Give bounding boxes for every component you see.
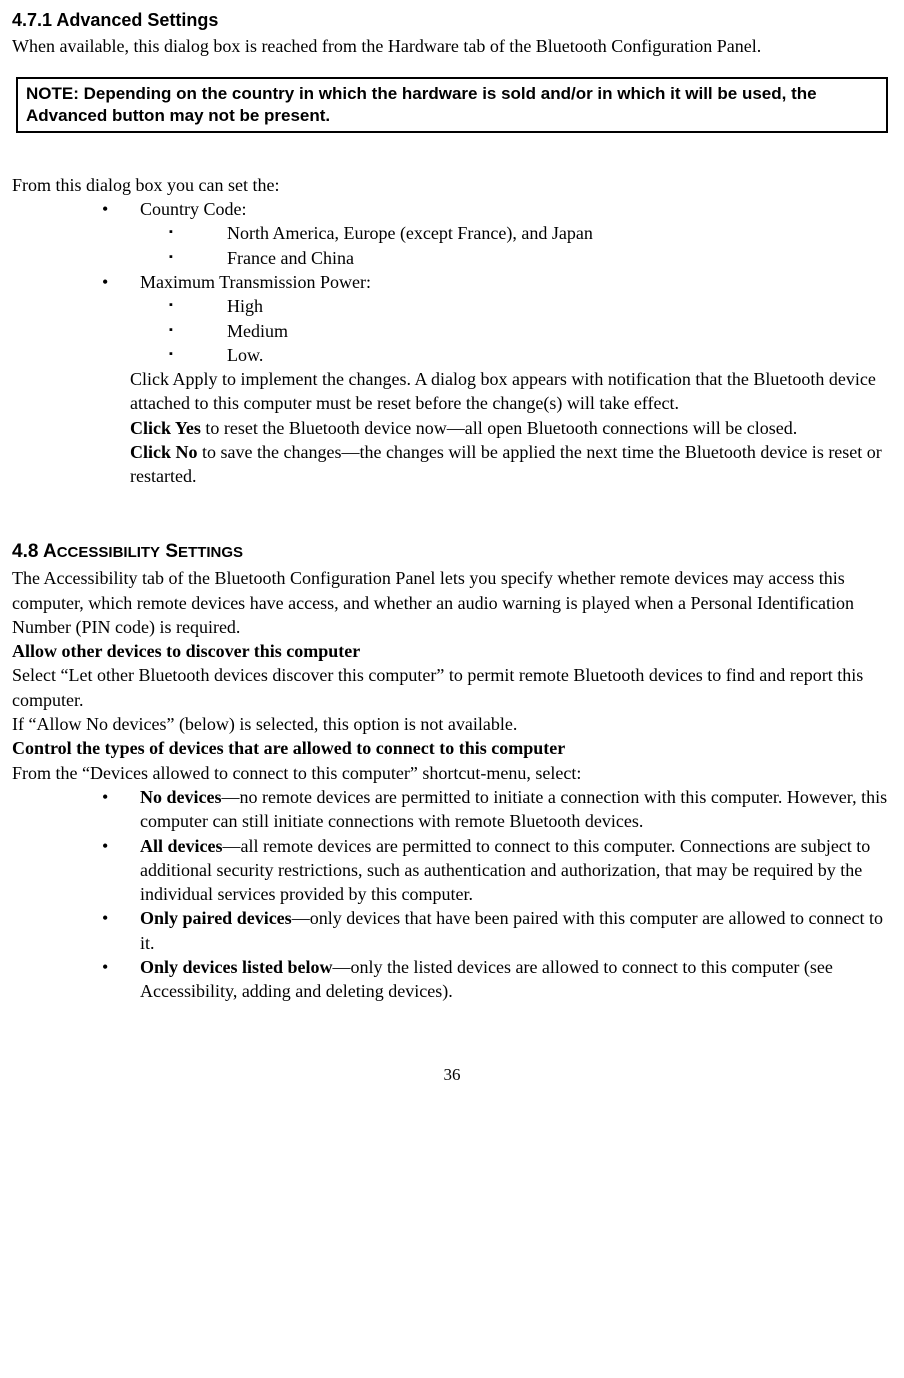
only-paired-bold: Only paired devices: [140, 908, 292, 928]
heading-48-prefix: 4.8 A: [12, 541, 57, 562]
subhead-control: Control the types of devices that are al…: [12, 736, 892, 760]
bullet-only-listed: Only devices listed below—only the liste…: [82, 955, 892, 1004]
heading-48: 4.8 ACCESSIBILITY SETTINGS: [12, 539, 892, 565]
subhead-allow: Allow other devices to discover this com…: [12, 639, 892, 663]
bullet-all-devices: All devices—all remote devices are permi…: [82, 834, 892, 907]
square-list-1: North America, Europe (except France), a…: [157, 221, 892, 270]
all-devices-bold: All devices: [140, 836, 223, 856]
bullet-max-power: Maximum Transmission Power:: [82, 270, 892, 294]
bullet-country-code: Country Code:: [82, 197, 892, 221]
heading-48-space: S: [160, 541, 178, 562]
only-listed-bold: Only devices listed below: [140, 957, 333, 977]
click-yes-paragraph: Click Yes to reset the Bluetooth device …: [130, 416, 892, 440]
click-no-rest: to save the changes—the changes will be …: [130, 442, 882, 486]
square-high: High: [157, 294, 892, 318]
bullet-list-devices: No devices—no remote devices are permitt…: [82, 785, 892, 1004]
square-medium: Medium: [157, 319, 892, 343]
intro-48: The Accessibility tab of the Bluetooth C…: [12, 566, 892, 639]
heading-48-word1: CCESSIBILITY: [57, 544, 160, 561]
heading-48-word2: ETTINGS: [178, 544, 243, 561]
square-na-eu-jp: North America, Europe (except France), a…: [157, 221, 892, 245]
lead-471: From this dialog box you can set the:: [12, 173, 892, 197]
bullet-only-paired: Only paired devices—only devices that ha…: [82, 906, 892, 955]
click-yes-bold: Click Yes: [130, 418, 201, 438]
square-list-2: High Medium Low.: [157, 294, 892, 367]
bullet-list-2: Maximum Transmission Power:: [82, 270, 892, 294]
no-devices-rest: —no remote devices are permitted to init…: [140, 787, 887, 831]
allow-line1: Select “Let other Bluetooth devices disc…: [12, 663, 892, 712]
page-number: 36: [12, 1064, 892, 1087]
bullet-list-1: Country Code:: [82, 197, 892, 221]
square-fr-cn: France and China: [157, 246, 892, 270]
all-devices-rest: —all remote devices are permitted to con…: [140, 836, 870, 905]
control-lead: From the “Devices allowed to connect to …: [12, 761, 892, 785]
note-box: NOTE: Depending on the country in which …: [16, 77, 888, 133]
no-devices-bold: No devices: [140, 787, 221, 807]
click-no-bold: Click No: [130, 442, 198, 462]
square-low: Low.: [157, 343, 892, 367]
click-yes-rest: to reset the Bluetooth device now—all op…: [201, 418, 797, 438]
allow-line2: If “Allow No devices” (below) is selecte…: [12, 712, 892, 736]
heading-471: 4.7.1 Advanced Settings: [12, 8, 892, 32]
bullet-no-devices: No devices—no remote devices are permitt…: [82, 785, 892, 834]
intro-471: When available, this dialog box is reach…: [12, 34, 892, 58]
click-no-paragraph: Click No to save the changes—the changes…: [130, 440, 892, 489]
apply-paragraph: Click Apply to implement the changes. A …: [130, 367, 892, 416]
